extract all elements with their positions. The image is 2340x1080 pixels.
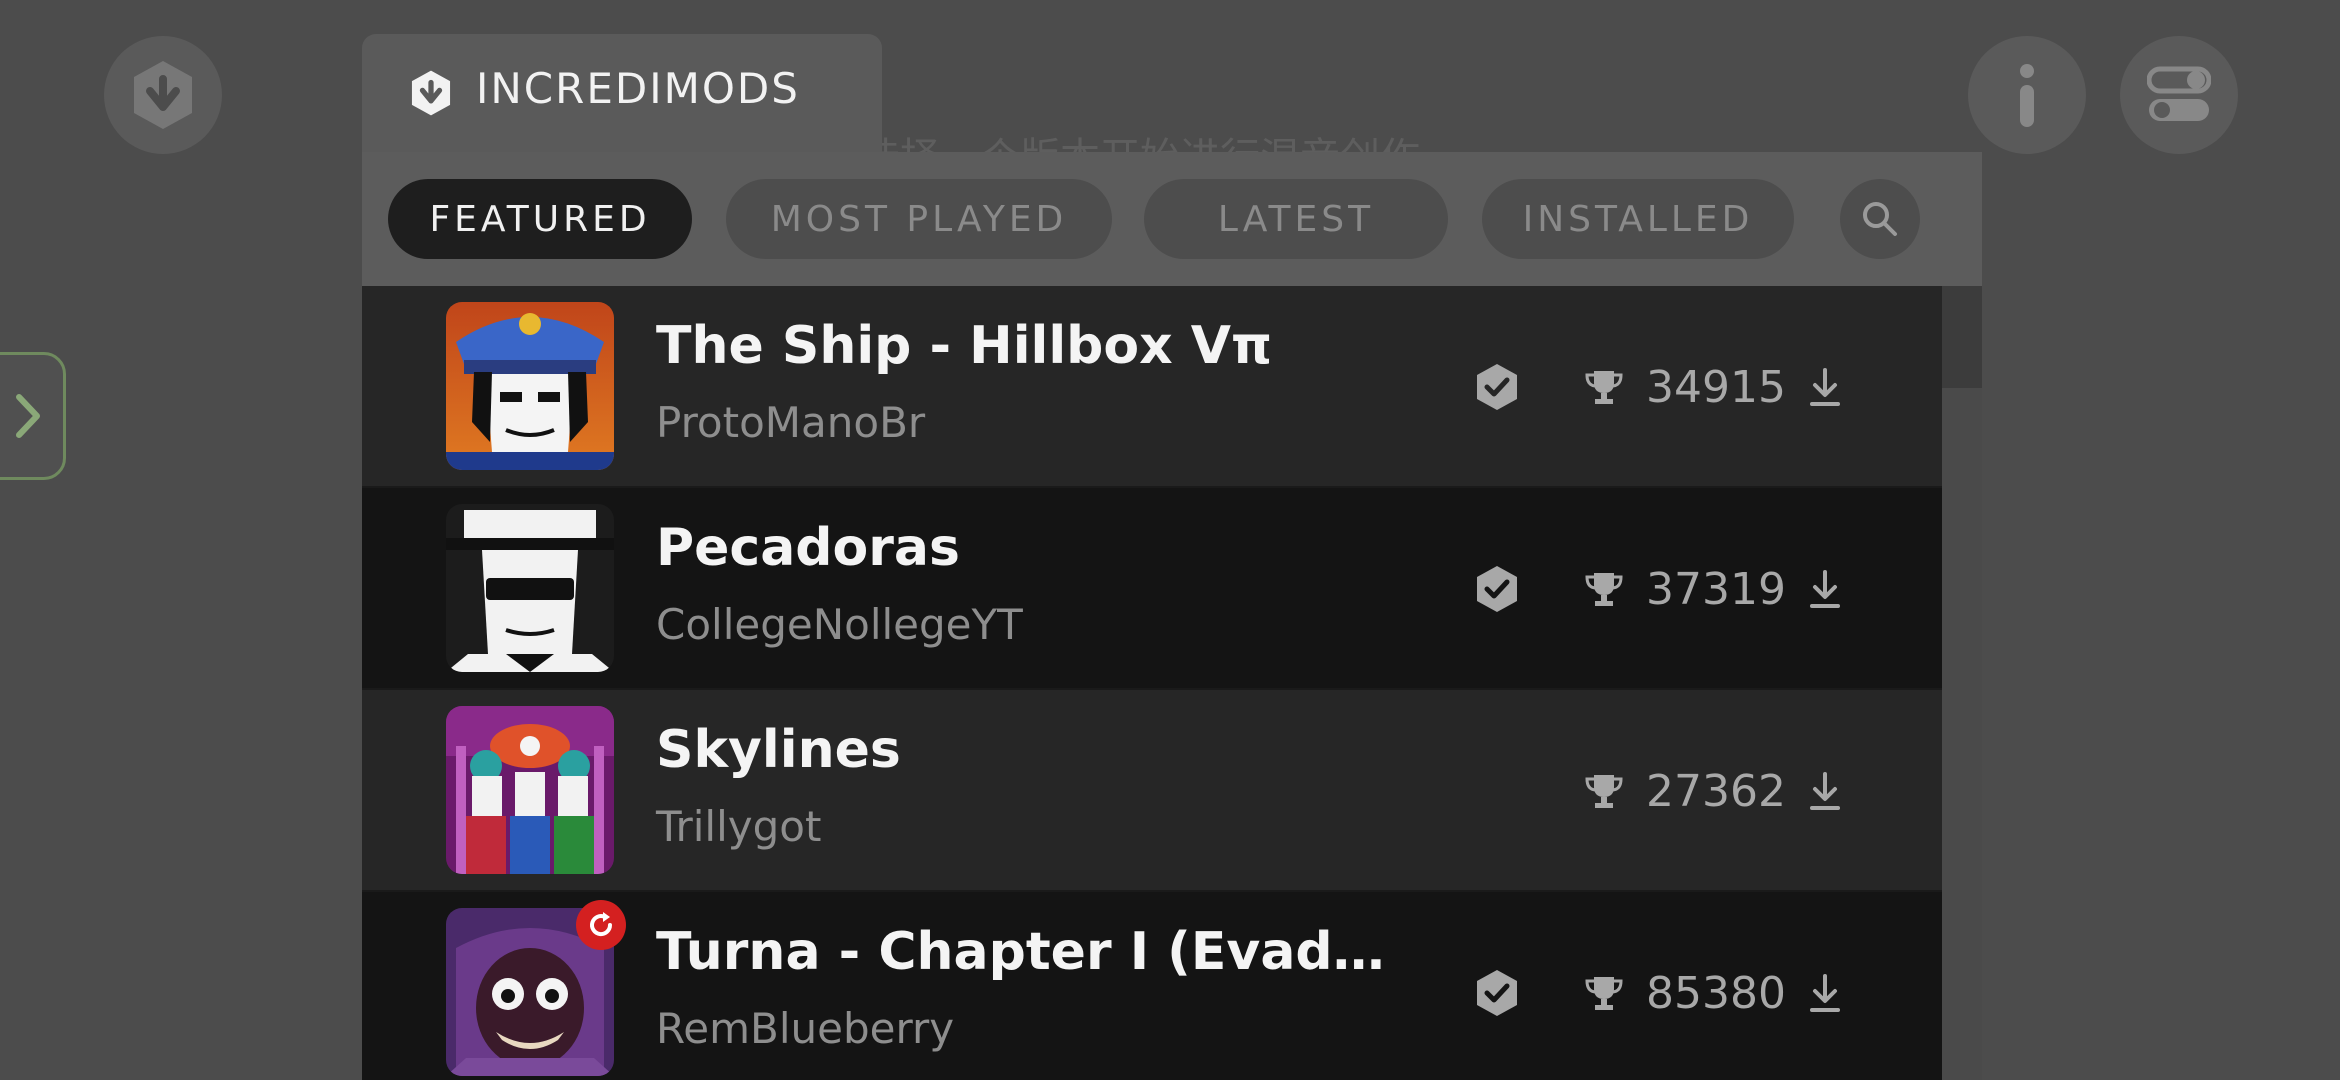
update-badge (576, 900, 626, 950)
mod-author: RemBlueberry (656, 1004, 955, 1053)
download-icon[interactable] (1808, 972, 1842, 1014)
mod-name: Skylines (656, 720, 901, 780)
filter-bar: FEATURED MOST PLAYED LATEST INSTALLED (362, 152, 1982, 286)
list-scrollbar-thumb[interactable] (1942, 286, 1982, 388)
mod-list: The Ship - Hillbox Vπ ProtoManoBr 34915 (362, 286, 1942, 1080)
mod-row[interactable]: Skylines Trillygot 27362 (362, 690, 1942, 892)
tab-installed[interactable]: INSTALLED (1482, 179, 1794, 259)
mod-stats: 85380 (1474, 958, 1842, 1028)
mod-name: Pecadoras (656, 518, 960, 578)
play-count: 34915 (1646, 361, 1786, 413)
info-button[interactable] (1968, 36, 2086, 154)
play-count: 37319 (1646, 563, 1786, 615)
mod-author: Trillygot (656, 802, 822, 851)
app-logo-button[interactable] (104, 36, 222, 154)
chevron-right-icon (16, 394, 40, 438)
tab-latest[interactable]: LATEST (1144, 179, 1448, 259)
settings-toggle-button[interactable] (2120, 36, 2238, 154)
mod-author: ProtoManoBr (656, 398, 926, 447)
mod-author: CollegeNollegeYT (656, 600, 1023, 649)
trophy-icon (1585, 775, 1623, 808)
mod-stats: 37319 (1474, 554, 1842, 624)
play-count: 85380 (1646, 967, 1786, 1019)
mod-name: Turna - Chapter I (Evadare Reanimated) (656, 922, 1386, 982)
play-count: 27362 (1646, 765, 1786, 817)
download-icon[interactable] (1808, 770, 1842, 812)
mod-cover-image (446, 504, 614, 672)
tab-featured[interactable]: FEATURED (388, 179, 692, 259)
download-icon[interactable] (1808, 568, 1842, 610)
side-panel-toggle[interactable] (0, 352, 66, 480)
mod-row[interactable]: Pecadoras CollegeNollegeYT 37319 (362, 488, 1942, 690)
incredimods-logo-icon (411, 70, 451, 116)
mod-cover-image (446, 706, 614, 874)
mod-name: The Ship - Hillbox Vπ (656, 316, 1273, 376)
toggles-icon (2147, 66, 2211, 121)
search-icon (1863, 202, 1897, 236)
search-button[interactable] (1840, 179, 1920, 259)
verified-cube-icon (1477, 970, 1518, 1016)
cube-logo-icon (134, 61, 192, 129)
refresh-icon (590, 912, 613, 937)
trophy-icon (1585, 573, 1623, 606)
list-scrollbar[interactable] (1942, 286, 1982, 1080)
header-title: INCREDIMODS (476, 64, 800, 113)
verified-cube-icon (1477, 364, 1518, 410)
verified-cube-icon (1477, 566, 1518, 612)
trophy-icon (1585, 371, 1623, 404)
tab-most-played[interactable]: MOST PLAYED (726, 179, 1112, 259)
info-icon (2020, 64, 2034, 127)
mod-stats: 27362 (1584, 756, 1842, 826)
download-icon[interactable] (1808, 366, 1842, 408)
mod-cover-image (446, 302, 614, 470)
trophy-icon (1585, 977, 1623, 1010)
mod-row[interactable]: Turna - Chapter I (Evadare Reanimated) R… (362, 892, 1942, 1080)
mod-stats: 34915 (1474, 352, 1842, 422)
mod-row[interactable]: The Ship - Hillbox Vπ ProtoManoBr 34915 (362, 286, 1942, 488)
